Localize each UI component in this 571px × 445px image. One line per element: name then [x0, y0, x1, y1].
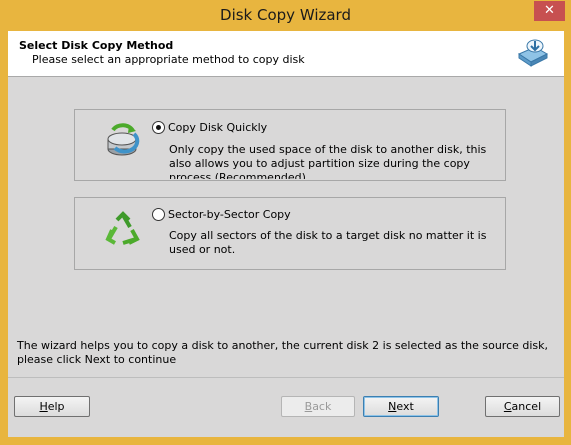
disk-copy-icon	[517, 39, 549, 67]
cancel-label: ancel	[511, 400, 542, 413]
back-button[interactable]: Back	[281, 396, 355, 417]
page-subtitle: Please select an appropriate method to c…	[32, 53, 305, 66]
button-divider	[8, 377, 564, 378]
next-button[interactable]: Next	[363, 396, 439, 417]
radio-button-checked[interactable]	[152, 121, 165, 134]
page-title: Select Disk Copy Method	[19, 39, 174, 52]
wizard-info-text: The wizard helps you to copy a disk to a…	[17, 339, 549, 366]
cancel-mnemonic: C	[503, 400, 512, 413]
copy-disk-quickly-description: Only copy the used space of the disk to …	[169, 143, 487, 179]
next-label: ext	[396, 400, 414, 413]
sector-by-sector-label[interactable]: Sector-by-Sector Copy	[168, 208, 291, 221]
quick-copy-icon	[107, 123, 140, 156]
help-mnemonic: H	[39, 400, 48, 413]
wizard-client-area: Select Disk Copy Method Please select an…	[8, 31, 564, 437]
wizard-window: Disk Copy Wizard ✕ Select Disk Copy Meth…	[0, 0, 571, 445]
copy-disk-quickly-label[interactable]: Copy Disk Quickly	[168, 121, 267, 134]
window-title: Disk Copy Wizard	[220, 6, 351, 24]
back-label: ack	[312, 400, 332, 413]
radio-button-unchecked[interactable]	[152, 208, 165, 221]
sector-by-sector-description: Copy all sectors of the disk to a target…	[169, 229, 487, 256]
recycle-icon	[105, 211, 140, 245]
option-sector-copy-group: Sector-by-Sector Copy Copy all sectors o…	[74, 197, 506, 270]
help-label: elp	[47, 400, 65, 413]
sector-by-sector-radio[interactable]: Sector-by-Sector Copy	[152, 208, 291, 221]
copy-disk-quickly-radio[interactable]: Copy Disk Quickly	[152, 121, 267, 134]
help-button[interactable]: Help	[14, 396, 90, 417]
wizard-header: Select Disk Copy Method Please select an…	[8, 31, 564, 77]
option-copy-quickly-group: Copy Disk Quickly Only copy the used spa…	[74, 109, 506, 181]
close-button[interactable]: ✕	[534, 1, 565, 21]
cancel-button[interactable]: Cancel	[485, 396, 560, 417]
title-bar[interactable]: Disk Copy Wizard ✕	[0, 0, 571, 31]
